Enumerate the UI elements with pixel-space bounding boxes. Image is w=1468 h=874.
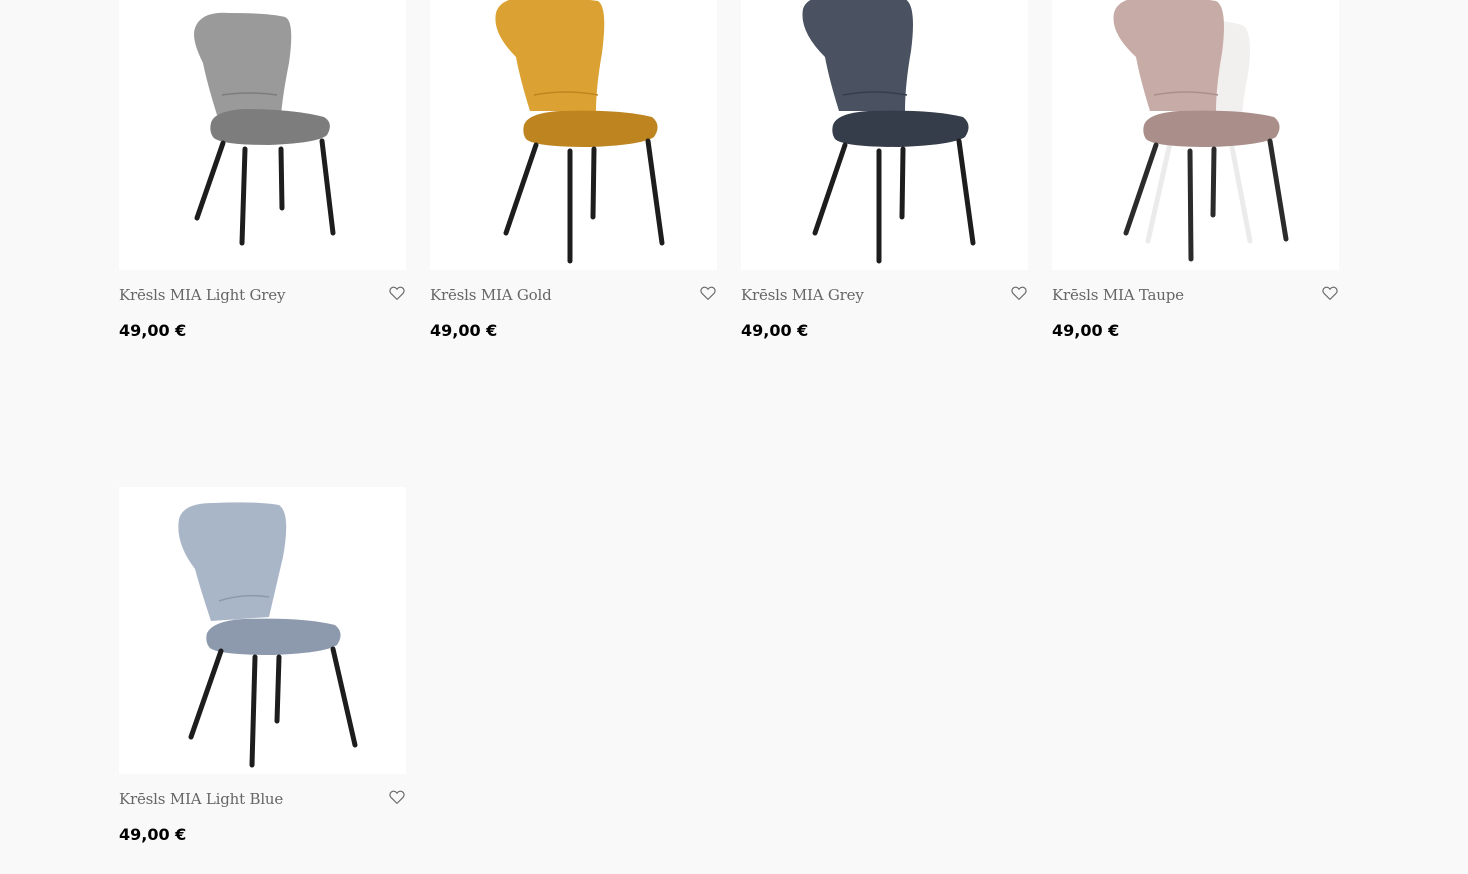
product-title[interactable]: Krēsls MIA Light Grey (119, 286, 285, 304)
chair-image (495, 0, 665, 264)
product-image[interactable] (119, 487, 406, 774)
product-card[interactable]: Krēsls MIA Grey 49,00 € (741, 0, 1028, 370)
product-card[interactable]: Krēsls MIA Light Blue 49,00 € (119, 487, 406, 874)
chair-image (1113, 0, 1289, 262)
product-price: 49,00 € (430, 321, 498, 340)
heart-outline-icon[interactable] (1010, 284, 1028, 302)
chair-image (802, 0, 976, 264)
product-price: 49,00 € (1052, 321, 1120, 340)
product-price: 49,00 € (741, 321, 809, 340)
product-grid: Krēsls MIA Light Grey 49,00 € Krēsls MIA… (119, 0, 1339, 874)
product-image[interactable] (1052, 0, 1339, 270)
product-card[interactable]: Krēsls MIA Light Grey 49,00 € (119, 0, 406, 370)
heart-outline-icon[interactable] (699, 284, 717, 302)
heart-outline-icon[interactable] (388, 788, 406, 806)
product-image[interactable] (741, 0, 1028, 270)
heart-outline-icon[interactable] (1321, 284, 1339, 302)
product-image[interactable] (119, 0, 406, 270)
product-title[interactable]: Krēsls MIA Grey (741, 286, 864, 304)
product-image[interactable] (430, 0, 717, 270)
heart-outline-icon[interactable] (388, 284, 406, 302)
product-title[interactable]: Krēsls MIA Light Blue (119, 790, 283, 808)
chair-image (178, 502, 358, 768)
product-title[interactable]: Krēsls MIA Taupe (1052, 286, 1184, 304)
chair-image (194, 12, 336, 246)
product-price: 49,00 € (119, 825, 187, 844)
product-title[interactable]: Krēsls MIA Gold (430, 286, 552, 304)
product-price: 49,00 € (119, 321, 187, 340)
product-card[interactable]: Krēsls MIA Taupe 49,00 € (1052, 0, 1339, 370)
product-card[interactable]: Krēsls MIA Gold 49,00 € (430, 0, 717, 370)
